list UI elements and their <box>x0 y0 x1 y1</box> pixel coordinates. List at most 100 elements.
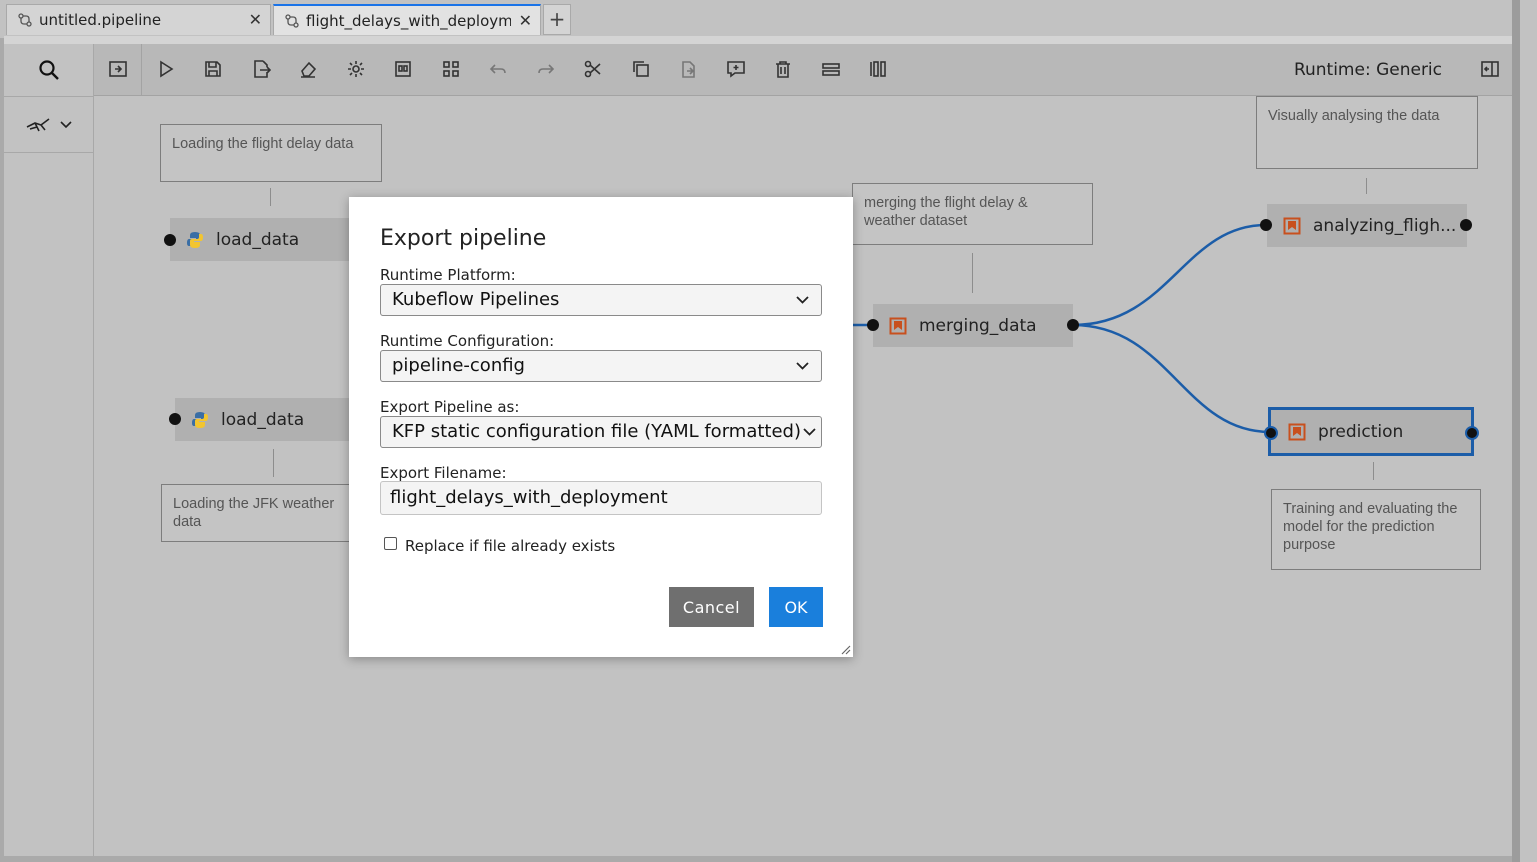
arrange-vertical-button[interactable] <box>866 57 890 81</box>
export-button[interactable] <box>249 57 273 81</box>
redo-icon <box>538 64 555 74</box>
output-port[interactable] <box>1460 219 1472 231</box>
chevron-down-icon <box>796 296 809 304</box>
paste-icon <box>682 61 695 78</box>
comment-connector <box>972 253 973 293</box>
runtime-platform-select[interactable]: Kubeflow Pipelines <box>380 284 822 316</box>
comment-connector <box>273 449 274 477</box>
comment-connector <box>1373 462 1374 480</box>
output-port[interactable] <box>1465 426 1479 440</box>
python-icon <box>192 411 208 428</box>
arrange-horizontal-button[interactable] <box>819 57 843 81</box>
runtime-config-label: Runtime Configuration: <box>380 332 555 350</box>
replace-checkbox[interactable] <box>384 537 397 550</box>
search-button[interactable] <box>4 44 93 97</box>
paste-button[interactable] <box>676 57 700 81</box>
node-analyzing-flight[interactable]: analyzing_fligh... <box>1267 204 1467 247</box>
runtime-platform-value: Kubeflow Pipelines <box>392 289 560 310</box>
open-panel-button[interactable] <box>106 57 130 81</box>
tab-bar: untitled.pipeline ✕ flight_delays_with_d… <box>0 0 1516 38</box>
dialog-title: Export pipeline <box>380 226 547 251</box>
comment-load-weather[interactable]: Loading the JFK weather data <box>161 484 361 542</box>
chevron-down-icon <box>796 362 809 370</box>
output-port[interactable] <box>1067 319 1079 331</box>
ok-button[interactable]: OK <box>769 587 823 627</box>
chevron-down-icon <box>803 428 816 436</box>
tab-underline <box>4 36 1512 44</box>
run-button[interactable] <box>154 57 178 81</box>
comment-connector <box>1366 178 1367 194</box>
export-filename-input[interactable]: flight_delays_with_deployment <box>380 481 822 515</box>
node-merging-data[interactable]: merging_data <box>873 304 1073 347</box>
python-icon <box>187 231 203 248</box>
input-port[interactable] <box>867 319 879 331</box>
comment-analyzing[interactable]: Visually analysing the data <box>1256 96 1478 169</box>
pipeline-toolbar: Runtime: Generic <box>94 44 1512 96</box>
panel-icon <box>1481 61 1499 77</box>
input-port[interactable] <box>164 234 176 246</box>
open-runtimes-button[interactable] <box>391 57 415 81</box>
replace-label: Replace if file already exists <box>405 537 616 555</box>
clear-button[interactable] <box>296 57 320 81</box>
chevron-down-icon <box>59 120 72 128</box>
comment-load-flight[interactable]: Loading the flight delay data <box>160 124 382 182</box>
comment-connector <box>270 188 271 206</box>
left-sidebar <box>4 44 94 856</box>
link-merge-to-prediction <box>1072 323 1271 434</box>
export-pipeline-dialog: Export pipeline Runtime Platform: Kubefl… <box>349 197 853 657</box>
runtime-platform-label: Runtime Platform: <box>380 266 516 284</box>
input-port[interactable] <box>1264 426 1278 440</box>
node-load-data-flight[interactable]: load_data <box>170 218 360 261</box>
toolbar-divider <box>141 44 142 95</box>
resize-grip-icon[interactable] <box>841 645 851 655</box>
runtime-config-select[interactable]: pipeline-config <box>380 350 822 382</box>
node-label: load_data <box>221 409 305 430</box>
tab-label: untitled.pipeline <box>39 11 162 29</box>
undo-button[interactable] <box>486 57 510 81</box>
add-tab-button[interactable]: + <box>543 4 571 35</box>
save-icon <box>205 61 221 77</box>
delete-button[interactable] <box>771 57 795 81</box>
comment-prediction[interactable]: Training and evaluating the model for th… <box>1271 489 1481 570</box>
comment-merging[interactable]: merging the flight delay & weather datas… <box>852 183 1093 245</box>
clear-icon <box>301 61 317 78</box>
tab-untitled-pipeline[interactable]: untitled.pipeline ✕ <box>6 4 271 35</box>
export-as-select[interactable]: KFP static configuration file (YAML form… <box>380 416 822 448</box>
toggle-properties-panel-button[interactable] <box>1478 57 1502 81</box>
link-merge-to-analyze <box>1072 223 1267 327</box>
component-catalog-icon <box>443 61 459 77</box>
runtime-config-value: pipeline-config <box>392 355 525 376</box>
open-runtimes-icon <box>395 61 411 77</box>
node-load-data-weather[interactable]: load_data <box>175 398 365 441</box>
cut-button[interactable] <box>581 57 605 81</box>
input-port[interactable] <box>1260 219 1272 231</box>
redo-button[interactable] <box>534 57 558 81</box>
component-catalog-button[interactable] <box>439 57 463 81</box>
export-icon <box>254 60 271 78</box>
copy-button[interactable] <box>629 57 653 81</box>
arrange-horizontal-icon <box>822 63 840 76</box>
input-port[interactable] <box>169 413 181 425</box>
copy-icon <box>633 61 649 77</box>
node-label: analyzing_fligh... <box>1313 215 1457 236</box>
add-comment-button[interactable] <box>724 57 748 81</box>
export-as-label: Export Pipeline as: <box>380 398 520 416</box>
node-label: load_data <box>216 229 300 250</box>
tab-flight-delays[interactable]: flight_delays_with_deploym ✕ <box>273 4 541 35</box>
pipeline-icon <box>285 13 299 28</box>
settings-button[interactable] <box>344 57 368 81</box>
run-icon <box>160 60 174 78</box>
node-prediction[interactable]: prediction <box>1268 407 1474 456</box>
close-icon[interactable]: ✕ <box>249 11 262 29</box>
notebook-icon <box>1288 423 1306 440</box>
tab-label: flight_delays_with_deploym <box>306 11 511 30</box>
cancel-button[interactable]: Cancel <box>669 587 754 627</box>
export-as-value: KFP static configuration file (YAML form… <box>392 421 801 442</box>
save-button[interactable] <box>201 57 225 81</box>
notebook-icon <box>1283 217 1301 234</box>
delete-icon <box>776 61 790 78</box>
pipeline-icon <box>18 13 32 27</box>
close-icon[interactable]: ✕ <box>519 12 532 30</box>
runtime-label: Runtime: Generic <box>1293 60 1442 80</box>
palette-dropdown[interactable] <box>4 97 93 153</box>
